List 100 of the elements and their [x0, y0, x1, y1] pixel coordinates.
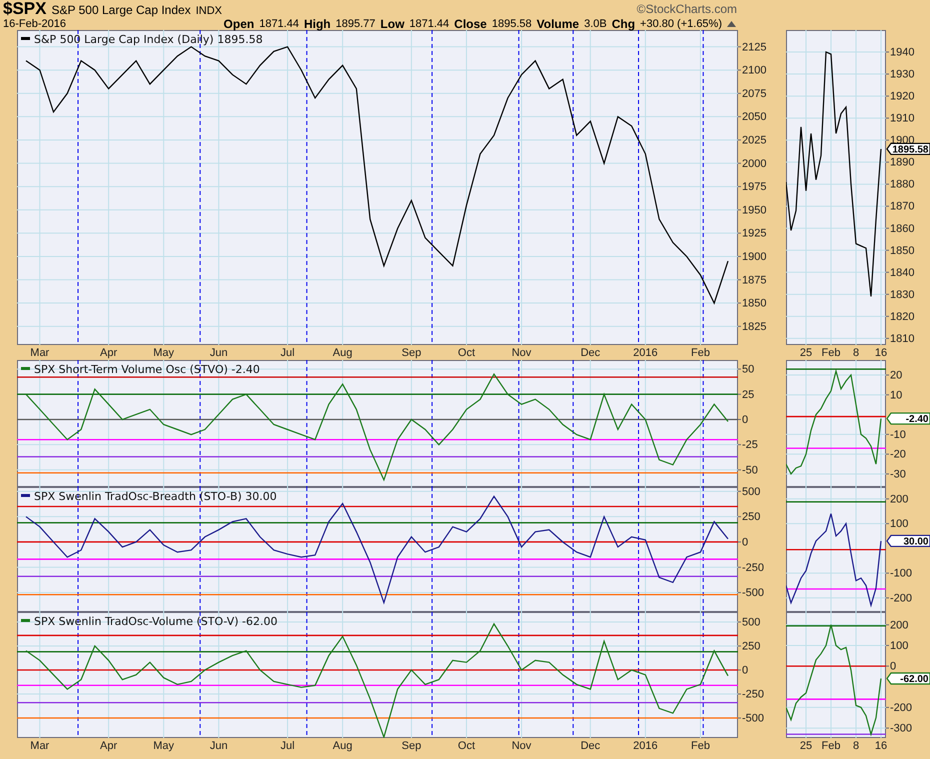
axis-label: Mar	[30, 740, 50, 752]
axis-label: 1850	[742, 298, 766, 310]
axis-label: Jul	[280, 740, 295, 752]
quote-value: 1871.44	[259, 18, 299, 30]
value-tag: 1895.58	[886, 142, 930, 156]
axis-label: Dec	[580, 740, 600, 752]
axis-label: Dec	[580, 347, 600, 359]
axis-label: May	[153, 347, 174, 359]
chart-legend: S&P 500 Large Cap Index (Daily) 1895.58	[34, 33, 263, 46]
axis-label: -25	[742, 439, 758, 452]
axis-label: Feb	[822, 347, 840, 359]
index-name: S&P 500 Large Cap Index	[51, 3, 191, 17]
axis-label: -20	[890, 448, 906, 461]
axis-label: Mar	[30, 347, 50, 359]
axis-label: 1950	[742, 204, 766, 216]
axis-label: 500	[742, 616, 760, 628]
chart-legend: SPX Swenlin TradOsc-Volume (STO-V) -62.00	[34, 615, 278, 628]
axis-label: 1860	[890, 222, 914, 235]
axis-label: 1880	[890, 178, 914, 191]
axis-label: 2016	[633, 347, 658, 359]
axis-label: Sep	[402, 347, 422, 359]
axis-label: Jul	[280, 347, 295, 359]
axis-label: 200	[890, 619, 908, 632]
legend-swatch-icon	[21, 494, 30, 497]
axis-label: -30	[890, 468, 906, 480]
axis-label: 1840	[890, 266, 914, 279]
axis-label: 0	[742, 536, 748, 548]
axis-label: 200	[890, 493, 908, 506]
axis-label: 1925	[742, 228, 766, 240]
axis-label: Sep	[402, 740, 422, 752]
axis-label: Apr	[100, 347, 118, 359]
axis-label: 25	[742, 388, 754, 401]
copyright-text: ©StockCharts.com	[636, 2, 737, 16]
axis-label: -50	[742, 464, 758, 476]
axis-label: 2075	[742, 88, 766, 100]
legend-swatch-icon	[21, 37, 30, 40]
quote-value: 1895.58	[492, 18, 532, 30]
axis-label: 250	[742, 640, 760, 652]
exchange-label: INDX	[196, 5, 222, 17]
quote-value: 3.0B	[584, 18, 607, 30]
axis-label: -500	[742, 587, 764, 600]
axis-label: Nov	[512, 740, 532, 752]
axis-label: 2000	[742, 158, 766, 170]
axis-label: 0	[742, 414, 748, 426]
axis-label: 1870	[890, 200, 914, 213]
axis-label: 2100	[742, 64, 766, 77]
axis-label: 2125	[742, 41, 766, 54]
quote-label: High	[304, 16, 331, 30]
axis-label: 10	[890, 389, 902, 402]
axis-label: 1810	[890, 332, 914, 345]
axis-label: 8	[852, 740, 860, 752]
axis-label: 25	[800, 740, 812, 752]
axis-label: Aug	[332, 740, 352, 752]
axis-label: 20	[890, 370, 902, 382]
legend-swatch-icon	[21, 619, 30, 622]
chart-date: 16-Feb-2016	[3, 18, 66, 30]
axis-label: 1820	[890, 310, 914, 323]
axis-label: -500	[742, 712, 764, 725]
axis-label: Feb	[690, 347, 710, 359]
axis-label: -300	[890, 722, 912, 735]
axis-label: 1910	[890, 112, 914, 125]
axis-label: -100	[890, 568, 912, 580]
axis-label: -250	[742, 562, 764, 574]
axis-label: 8	[852, 347, 860, 359]
axis-label: 2050	[742, 111, 766, 124]
value-tag: 30.00	[886, 534, 930, 548]
axis-label: -250	[742, 688, 764, 701]
axis-label: 1940	[890, 46, 914, 59]
axis-label: 500	[742, 487, 760, 498]
axis-label: 100	[890, 518, 908, 530]
chart-legend: SPX Swenlin TradOsc-Breadth (STO-B) 30.00	[34, 490, 277, 503]
quote-value: 1895.77	[336, 18, 376, 30]
axis-label: Feb	[822, 740, 840, 752]
axis-label: 16	[874, 740, 888, 752]
axis-label: Jun	[210, 347, 228, 359]
quote-label: Open	[224, 16, 254, 30]
axis-label: 1825	[742, 320, 766, 333]
axis-label: 1875	[742, 274, 766, 286]
axis-label: 1920	[890, 90, 914, 103]
axis-label: 1975	[742, 181, 766, 194]
axis-label: 25	[800, 347, 812, 359]
value-tag: -2.40	[886, 412, 930, 426]
axis-label: Nov	[512, 347, 532, 359]
quote-label: Low	[380, 16, 404, 30]
chart-legend: SPX Short-Term Volume Osc (STVO) -2.40	[34, 363, 260, 376]
quote-label: Volume	[536, 16, 580, 30]
axis-label: 16	[874, 347, 888, 359]
axis-label: Apr	[100, 740, 118, 752]
axis-label: 0	[890, 660, 896, 673]
quote-label: Chg	[612, 16, 636, 30]
legend-swatch-icon	[21, 367, 30, 370]
axis-label: 100	[890, 640, 908, 652]
axis-label: 250	[742, 511, 760, 524]
axis-label: 1890	[890, 156, 914, 169]
quote-value: +30.80 (+1.65%)	[640, 18, 722, 30]
axis-label: 2025	[742, 134, 766, 146]
caret-icon[interactable]	[727, 20, 736, 26]
axis-label: 1830	[890, 288, 914, 301]
axis-label: Oct	[458, 347, 476, 359]
axis-label: 50	[742, 364, 754, 376]
